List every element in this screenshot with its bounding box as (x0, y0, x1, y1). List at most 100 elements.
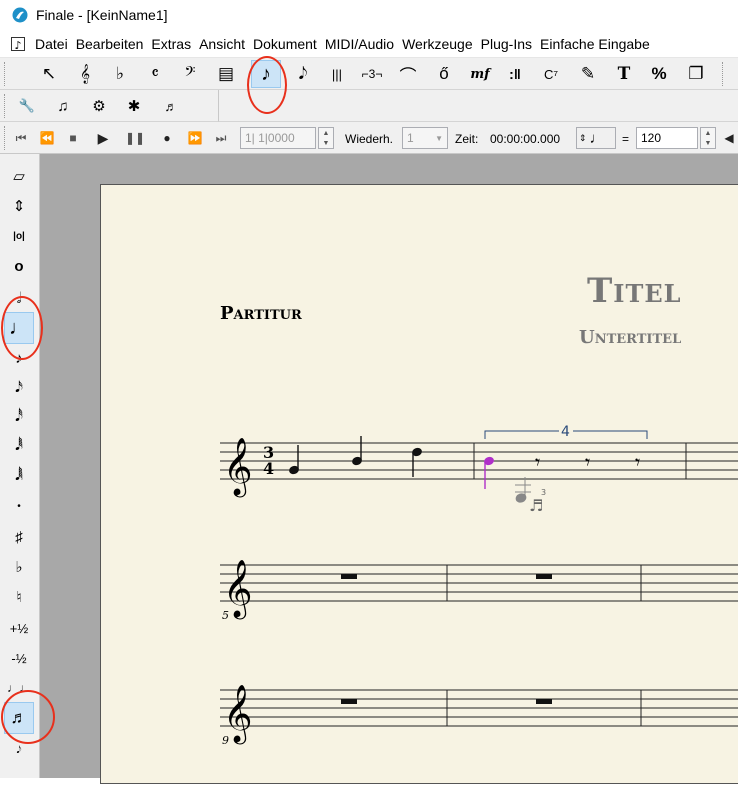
score-page[interactable]: Titel Untertitel Partitur 𝄞 3 4 4 𝄾 𝄾 𝄾 … (100, 184, 738, 784)
whole-note-icon[interactable]: o (4, 252, 34, 280)
lyrics-tool-icon[interactable]: ✎ (573, 60, 603, 88)
forward-to-end-icon[interactable]: ⏭ (210, 128, 232, 148)
repeat-count-select[interactable]: 1 ▼ (402, 127, 448, 149)
quarter-note[interactable] (411, 447, 423, 477)
chord-tool-icon[interactable]: C⁷ (536, 60, 566, 88)
staff-system-3[interactable] (220, 689, 738, 727)
clef-glyph: 𝄢 (184, 64, 196, 83)
resize-tool-icon[interactable]: % (644, 60, 674, 88)
record-icon[interactable]: ● (156, 128, 178, 148)
chevron-down-icon: ▼ (435, 133, 443, 143)
selected-note[interactable] (483, 456, 495, 489)
whole-rest[interactable] (341, 574, 357, 579)
sharp-icon[interactable]: ♯ (4, 523, 34, 551)
key-signature-tool-icon[interactable]: ♭ (105, 60, 135, 88)
articulation-tool-icon[interactable]: ő (429, 60, 459, 88)
time-signature-tool-icon[interactable]: 𝄴 (140, 60, 170, 88)
thirty-second-glyph: 𝅘𝅥𝅰 (15, 407, 23, 425)
spin-up-icon[interactable]: ▲ (323, 130, 330, 137)
note-mover-glyph: ♫ (57, 97, 69, 115)
toolbar-grip[interactable] (4, 126, 8, 150)
measure-tool-icon[interactable]: ▤ (211, 60, 241, 88)
whole-rest[interactable] (536, 699, 552, 704)
sixty-fourth-note-icon[interactable]: 𝅘𝅥𝅱 (4, 431, 34, 459)
clef-tool-icon[interactable]: 𝄢 (175, 60, 205, 88)
dot-icon[interactable]: • (4, 492, 34, 520)
ossia-tool-icon[interactable]: ♬ (156, 93, 186, 119)
special-tools-glyph: ⚙ (92, 98, 106, 115)
eraser-icon[interactable]: ▱ (4, 162, 34, 190)
speaker-icon[interactable]: ◀ (722, 128, 736, 148)
menu-werkzeuge[interactable]: Werkzeuge (402, 36, 480, 52)
half-step-down-icon[interactable]: -½ (4, 644, 34, 672)
sixteenth-note-glyph: 𝅘𝅥𝅯 (15, 378, 23, 396)
quarter-note[interactable] (351, 436, 363, 466)
flat-icon[interactable]: ♭ (4, 553, 34, 581)
eighth-rest[interactable]: 𝄾 (635, 450, 640, 474)
quarter-note[interactable] (288, 445, 300, 475)
stop-icon[interactable]: ■ (62, 128, 84, 148)
page-layout-tool-icon[interactable]: ❐ (681, 60, 711, 88)
staff-system-2[interactable] (220, 564, 738, 602)
time-label: Zeit: (455, 132, 479, 146)
menu-datei[interactable]: Datei (35, 36, 75, 52)
menu-midi-audio[interactable]: MIDI/Audio (325, 36, 401, 52)
tempo-unit-button[interactable]: ⇕ ♩ (576, 127, 616, 149)
tempo-field[interactable]: 120 (636, 127, 698, 149)
half-step-up-icon[interactable]: +½ (4, 614, 34, 642)
hyper-scribe-tool-icon[interactable]: ||| (322, 60, 352, 88)
text-tool-icon[interactable]: T (609, 60, 639, 88)
natural-icon[interactable]: ♮ (4, 583, 34, 611)
expression-tool-icon[interactable]: mf (465, 60, 495, 88)
menu-bearbeiten[interactable]: Bearbeiten (76, 36, 151, 52)
toolbar-divider (722, 62, 726, 86)
natural-glyph: ♮ (16, 589, 22, 606)
fast-forward-icon[interactable]: ⏩ (184, 128, 206, 148)
sixteenth-note-icon[interactable]: 𝅘𝅥𝅯 (4, 373, 34, 401)
whole-note-glyph: o (14, 257, 24, 275)
measure-position-stepper[interactable]: ▲ ▼ (318, 127, 334, 149)
time-value: 00:00:00.000 (490, 132, 561, 146)
document-workspace[interactable]: Titel Untertitel Partitur 𝄞 3 4 4 𝄾 𝄾 𝄾 … (40, 154, 738, 784)
menu-dokument[interactable]: Dokument (253, 36, 324, 52)
spin-down-icon[interactable]: ▼ (705, 140, 712, 147)
rewind-to-start-icon[interactable]: ⏮ (10, 128, 32, 148)
menu-einfache-eingabe[interactable]: Einfache Eingabe (540, 36, 657, 52)
toolbar-grip[interactable] (4, 62, 8, 86)
menu-plug-ins[interactable]: Plug-Ins (481, 36, 539, 52)
mirror-tool-icon[interactable]: ✱ (119, 93, 149, 119)
double-whole-note-icon[interactable]: |o| (4, 222, 34, 250)
half-step-icon[interactable]: ⇕ (4, 192, 34, 220)
note-mover-icon[interactable]: ♫ (48, 93, 78, 119)
spin-down-icon[interactable]: ▼ (323, 140, 330, 147)
tuplet-tool-icon[interactable]: ⌐3¬ (357, 60, 387, 88)
repeat-tool-icon[interactable]: :‖ (500, 60, 530, 88)
speedy-entry-tool-icon[interactable]: 𝅘𝅥𝅮 (288, 60, 318, 88)
whole-rest[interactable] (341, 699, 357, 704)
measure-position-field[interactable]: 1| 1|0000 (240, 127, 316, 149)
menu-extras[interactable]: Extras (151, 36, 198, 52)
whole-rest[interactable] (536, 574, 552, 579)
tempo-stepper[interactable]: ▲ ▼ (700, 127, 716, 149)
menu-ansicht[interactable]: Ansicht (199, 36, 252, 52)
measure-glyph: ▤ (217, 64, 235, 83)
half-step-down-glyph: -½ (11, 650, 27, 666)
lyrics-glyph: ✎ (580, 64, 596, 83)
selection-tool-icon[interactable]: ↖ (34, 60, 64, 88)
spin-up-icon[interactable]: ▲ (705, 130, 712, 137)
smart-shape-tool-icon[interactable]: ⌒ (393, 60, 423, 88)
rewind-icon[interactable]: ⏪ (36, 128, 58, 148)
toolbar-grip[interactable] (4, 94, 8, 118)
eighth-rest[interactable]: 𝄾 (535, 450, 540, 474)
staff-tool-icon[interactable]: 𝄞 (70, 60, 100, 88)
score-notation[interactable]: 𝄞 3 4 4 𝄾 𝄾 𝄾 3 ♬ 𝄞 5 𝄞 9 (101, 185, 738, 785)
eighth-rest[interactable]: 𝄾 (585, 450, 590, 474)
menu-bar: ♪ Datei Bearbeiten Extras Ansicht Dokume… (0, 30, 738, 58)
special-tools-icon[interactable]: ⚙ (84, 93, 114, 119)
pause-icon[interactable]: ❚❚ (124, 128, 146, 148)
selection-tool-glyph: ↖ (41, 64, 57, 83)
wrench-icon[interactable]: 🔧 (12, 93, 42, 119)
hundred-twenty-eighth-note-icon[interactable]: 𝅘𝅥𝅲 (4, 461, 34, 489)
thirty-second-note-icon[interactable]: 𝅘𝅥𝅰 (4, 402, 34, 430)
play-icon[interactable]: ▶ (92, 128, 114, 148)
